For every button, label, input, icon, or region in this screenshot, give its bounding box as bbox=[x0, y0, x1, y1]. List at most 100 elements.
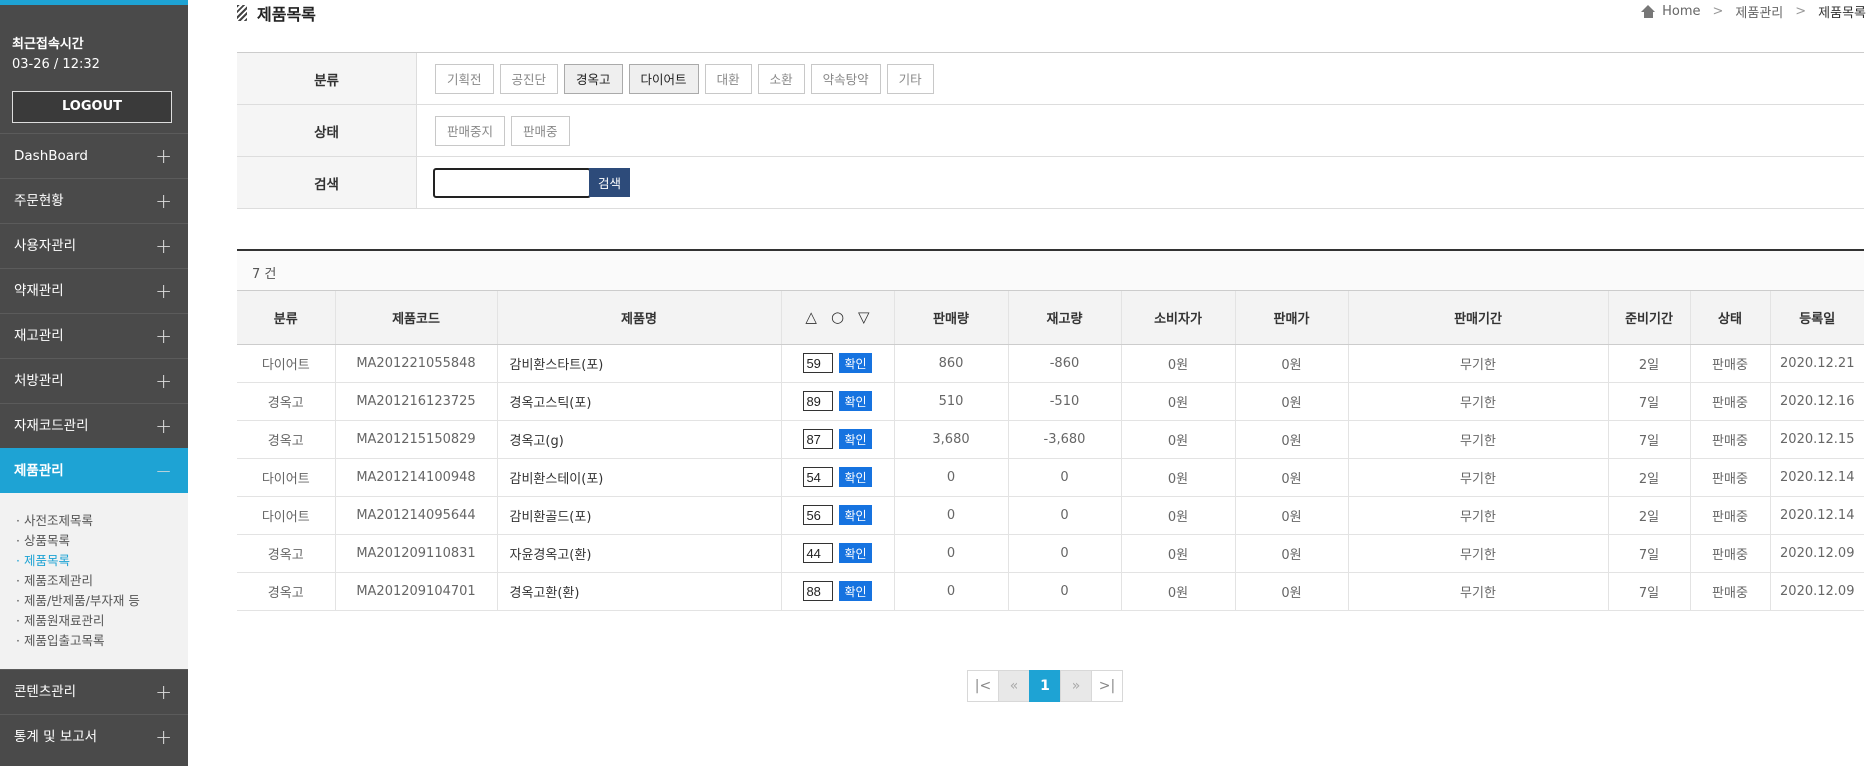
category-chip[interactable]: 공진단 bbox=[499, 63, 559, 94]
page-title: 제품목록 bbox=[237, 0, 316, 26]
sidebar-item-statistics[interactable]: 통계 및 보고서 + bbox=[0, 714, 188, 759]
category-chip[interactable]: 소환 bbox=[757, 63, 805, 94]
circle-icon[interactable]: ○ bbox=[831, 308, 844, 326]
sidebar-item-herbs[interactable]: 약재관리 + bbox=[0, 268, 188, 313]
submenu-item-stock-io[interactable]: · 제품입출고목록 bbox=[16, 631, 188, 651]
logout-button[interactable]: LOGOUT bbox=[12, 91, 172, 123]
cell-status: 판매중 bbox=[1690, 534, 1771, 573]
breadcrumb-separator: > bbox=[1795, 3, 1807, 19]
plus-icon: + bbox=[155, 234, 172, 258]
column-header: 판매량 bbox=[894, 291, 1009, 345]
cell-prep: 7일 bbox=[1608, 572, 1691, 611]
plus-icon: + bbox=[155, 414, 172, 438]
cell-name[interactable]: 자윤경옥고(환) bbox=[497, 534, 782, 573]
product-table: 분류 제품코드 제품명 △ ○ ▽ 판매량 재고량 소비자가 판매가 판매기간 … bbox=[237, 291, 1864, 611]
table-row[interactable]: 경옥고 MA201209110831 자윤경옥고(환) 확인 0 0 0원 0원… bbox=[237, 534, 1864, 573]
cell-name[interactable]: 감비환스테이(포) bbox=[497, 458, 782, 497]
category-chips: 기획전 공진단 경옥고 다이어트 대환 소환 약속탕약 기타 bbox=[417, 53, 934, 104]
submenu-item-product-list[interactable]: · 제품목록 bbox=[16, 551, 188, 571]
table-row[interactable]: 경옥고 MA201209104701 경옥고환(환) 확인 0 0 0원 0원 … bbox=[237, 572, 1864, 611]
sidebar-item-users[interactable]: 사용자관리 + bbox=[0, 223, 188, 268]
confirm-button[interactable]: 확인 bbox=[839, 543, 872, 563]
cell-consumer-price: 0원 bbox=[1121, 534, 1236, 573]
cell-name[interactable]: 경옥고스틱(포) bbox=[497, 382, 782, 421]
table-row[interactable]: 경옥고 MA201215150829 경옥고(g) 확인 3,680 -3,68… bbox=[237, 420, 1864, 459]
status-chip[interactable]: 판매중 bbox=[511, 115, 570, 146]
sidebar-item-products[interactable]: 제품관리 − bbox=[0, 448, 188, 493]
recent-login-time: 03-26 / 12:32 bbox=[12, 57, 100, 72]
cell-consumer-price: 0원 bbox=[1121, 382, 1236, 421]
table-row[interactable]: 경옥고 MA201216123725 경옥고스틱(포) 확인 510 -510 … bbox=[237, 382, 1864, 421]
order-input[interactable] bbox=[803, 353, 834, 373]
cell-prep: 2일 bbox=[1608, 458, 1691, 497]
category-chip[interactable]: 대환 bbox=[704, 63, 752, 94]
sidebar-item-contents[interactable]: 콘텐츠관리 + bbox=[0, 669, 188, 714]
sidebar-item-dashboard[interactable]: DashBoard + bbox=[0, 133, 188, 178]
sidebar-item-inventory[interactable]: 재고관리 + bbox=[0, 313, 188, 358]
order-input[interactable] bbox=[803, 581, 834, 601]
confirm-button[interactable]: 확인 bbox=[839, 391, 872, 411]
column-header: 재고량 bbox=[1008, 291, 1122, 345]
cell-date: 2020.12.14 bbox=[1770, 458, 1864, 497]
table-row[interactable]: 다이어트 MA201221055848 감비환스타트(포) 확인 860 -86… bbox=[237, 344, 1864, 383]
triangle-down-icon[interactable]: ▽ bbox=[858, 308, 870, 326]
confirm-button[interactable]: 확인 bbox=[839, 581, 872, 601]
cell-category: 경옥고 bbox=[237, 572, 336, 611]
submenu-item-goods-list[interactable]: · 상품목록 bbox=[16, 531, 188, 551]
column-header: 분류 bbox=[237, 291, 336, 345]
category-chip[interactable]: 약속탕약 bbox=[810, 63, 881, 94]
confirm-button[interactable]: 확인 bbox=[839, 505, 872, 525]
cell-consumer-price: 0원 bbox=[1121, 572, 1236, 611]
cell-code: MA201215150829 bbox=[335, 420, 498, 459]
confirm-button[interactable]: 확인 bbox=[839, 467, 872, 487]
breadcrumb-level1[interactable]: 제품관리 bbox=[1735, 2, 1783, 21]
triangle-up-icon[interactable]: △ bbox=[805, 308, 817, 326]
prev-page-button[interactable]: « bbox=[998, 670, 1030, 702]
cell-stock: -510 bbox=[1008, 382, 1122, 421]
submenu-item-semi-products[interactable]: · 제품/반제품/부자재 등 bbox=[16, 591, 188, 611]
cell-period: 무기한 bbox=[1348, 382, 1609, 421]
sidebar-item-orders[interactable]: 주문현황 + bbox=[0, 178, 188, 223]
cell-code: MA201214100948 bbox=[335, 458, 498, 497]
sidebar-item-material-codes[interactable]: 자재코드관리 + bbox=[0, 403, 188, 448]
cell-order: 확인 bbox=[781, 534, 895, 573]
first-page-button[interactable]: |< bbox=[967, 670, 999, 702]
cell-period: 무기한 bbox=[1348, 496, 1609, 535]
sidebar-item-prescriptions[interactable]: 처방관리 + bbox=[0, 358, 188, 403]
submenu-item-raw-materials[interactable]: · 제품원재료관리 bbox=[16, 611, 188, 631]
breadcrumb-home[interactable]: Home bbox=[1662, 4, 1700, 19]
cell-order: 확인 bbox=[781, 382, 895, 421]
cell-stock: 0 bbox=[1008, 572, 1122, 611]
page-number-button[interactable]: 1 bbox=[1029, 670, 1061, 702]
order-input[interactable] bbox=[803, 429, 834, 449]
cell-name[interactable]: 경옥고환(환) bbox=[497, 572, 782, 611]
category-chip-selected[interactable]: 다이어트 bbox=[628, 63, 699, 94]
category-chip[interactable]: 기타 bbox=[886, 63, 934, 94]
cell-name[interactable]: 경옥고(g) bbox=[497, 420, 782, 459]
confirm-button[interactable]: 확인 bbox=[839, 429, 872, 449]
search-button[interactable]: 검색 bbox=[589, 168, 631, 197]
cell-price: 0원 bbox=[1235, 382, 1349, 421]
cell-name[interactable]: 감비환스타트(포) bbox=[497, 344, 782, 383]
table-row[interactable]: 다이어트 MA201214100948 감비환스테이(포) 확인 0 0 0원 … bbox=[237, 458, 1864, 497]
plus-icon: + bbox=[155, 144, 172, 168]
category-chip[interactable]: 기획전 bbox=[435, 63, 494, 94]
cell-price: 0원 bbox=[1235, 420, 1349, 459]
confirm-button[interactable]: 확인 bbox=[839, 353, 872, 373]
submenu-item-product-mixing[interactable]: · 제품조제관리 bbox=[16, 571, 188, 591]
cell-period: 무기한 bbox=[1348, 344, 1609, 383]
order-input[interactable] bbox=[803, 391, 834, 411]
cell-order: 확인 bbox=[781, 344, 895, 383]
search-input[interactable] bbox=[433, 167, 591, 198]
category-chip-selected[interactable]: 경옥고 bbox=[564, 63, 623, 94]
last-page-button[interactable]: >| bbox=[1091, 670, 1123, 702]
order-input[interactable] bbox=[803, 467, 834, 487]
cell-name[interactable]: 감비환골드(포) bbox=[497, 496, 782, 535]
order-input[interactable] bbox=[803, 543, 834, 563]
cell-status: 판매중 bbox=[1690, 458, 1771, 497]
next-page-button[interactable]: » bbox=[1060, 670, 1092, 702]
table-row[interactable]: 다이어트 MA201214095644 감비환골드(포) 확인 0 0 0원 0… bbox=[237, 496, 1864, 535]
order-input[interactable] bbox=[803, 505, 834, 525]
status-chip[interactable]: 판매중지 bbox=[435, 115, 506, 146]
submenu-item-pre-made-list[interactable]: · 사전조제목록 bbox=[16, 511, 188, 531]
